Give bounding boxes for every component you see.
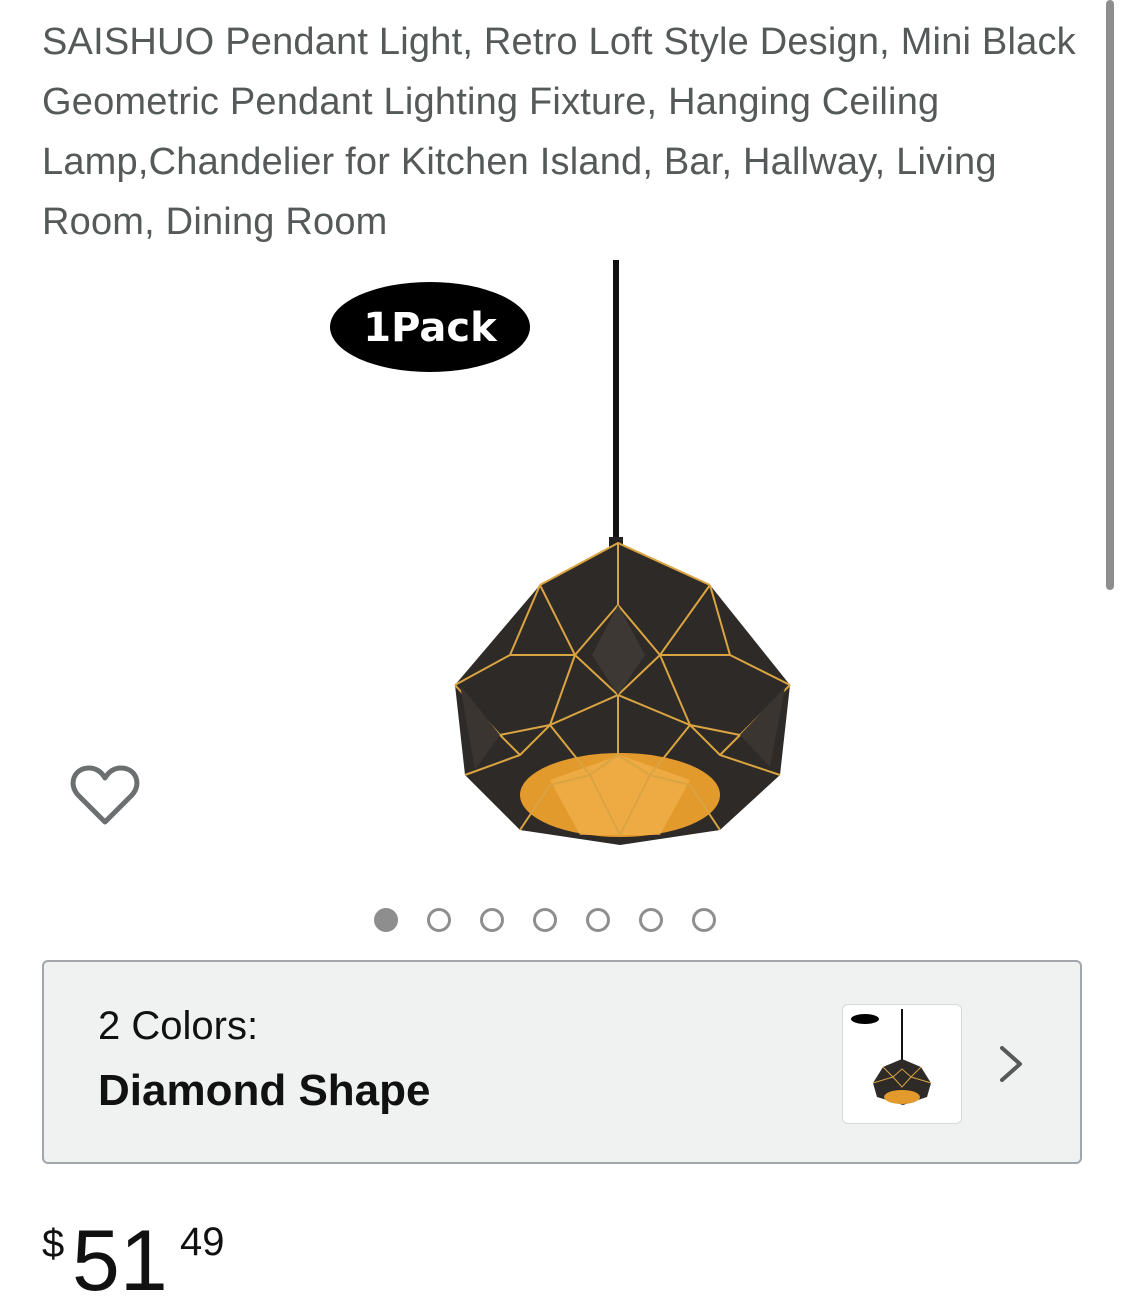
- product-image[interactable]: 1Pack: [300, 255, 840, 865]
- image-carousel-dots[interactable]: [374, 905, 716, 935]
- price-whole: 51: [72, 1213, 168, 1309]
- carousel-dot-2[interactable]: [427, 908, 451, 932]
- variant-selector[interactable]: 2 Colors: Diamond Shape: [42, 960, 1082, 1164]
- carousel-dot-5[interactable]: [586, 908, 610, 932]
- price-fraction: 49: [180, 1220, 225, 1264]
- carousel-dot-7[interactable]: [692, 908, 716, 932]
- carousel-dot-1[interactable]: [374, 908, 398, 932]
- chevron-right-icon[interactable]: [996, 1044, 1026, 1084]
- variant-value: Diamond Shape: [98, 1066, 431, 1115]
- pack-badge: 1Pack: [330, 282, 530, 372]
- page-scrollbar[interactable]: [1106, 0, 1114, 590]
- price-currency-symbol: $: [42, 1222, 65, 1266]
- lamp-shade-graphic: [454, 541, 791, 845]
- carousel-dot-3[interactable]: [480, 908, 504, 932]
- product-title: SAISHUO Pendant Light, Retro Loft Style …: [42, 21, 1076, 243]
- carousel-dot-6[interactable]: [639, 908, 663, 932]
- variant-thumbnail[interactable]: [842, 1004, 962, 1124]
- carousel-dot-4[interactable]: [533, 908, 557, 932]
- wishlist-heart-icon[interactable]: [70, 762, 140, 828]
- pack-badge-label: 1Pack: [363, 305, 498, 351]
- variant-label: 2 Colors:: [98, 1004, 259, 1048]
